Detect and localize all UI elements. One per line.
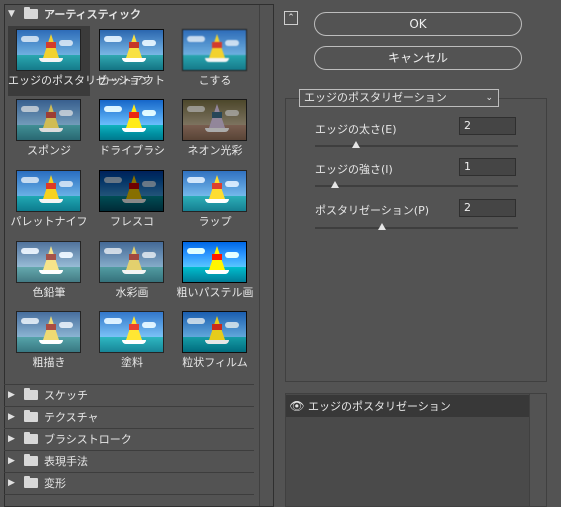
gallery-scrollbar[interactable] bbox=[259, 5, 273, 506]
folder-icon bbox=[24, 7, 38, 19]
folder-icon bbox=[24, 432, 38, 444]
filter-select[interactable]: エッジのポスタリゼーション ⌄ bbox=[299, 89, 499, 107]
category-distort[interactable]: ▶ 変形 bbox=[4, 473, 254, 493]
expanded-triangle-icon: ▼ bbox=[8, 9, 15, 19]
effect-layer-row[interactable]: 👁 エッジのポスタリゼーション bbox=[286, 395, 529, 417]
filter-select-value: エッジのポスタリゼーション bbox=[304, 91, 447, 104]
category-artistic[interactable]: ▼ アーティスティック bbox=[4, 4, 254, 24]
filter-label: スポンジ bbox=[27, 144, 71, 157]
filter-preview-image bbox=[16, 170, 81, 212]
edge-intensity-track[interactable] bbox=[315, 185, 518, 187]
filter-preview-image bbox=[182, 311, 247, 353]
filter-thumbnail[interactable]: こする bbox=[174, 26, 256, 96]
filter-thumbnail[interactable]: 水彩画 bbox=[91, 238, 173, 308]
filter-thumbnail[interactable]: エッジのポスタリゼーション bbox=[8, 26, 151, 96]
filter-preview-image bbox=[16, 29, 81, 71]
filter-preview-image bbox=[182, 241, 247, 283]
folder-icon bbox=[24, 388, 38, 400]
filter-preview-image bbox=[99, 170, 164, 212]
posterization-slider-knob[interactable] bbox=[377, 223, 386, 230]
filter-label: パレットナイフ bbox=[10, 215, 88, 228]
filter-settings-panel bbox=[285, 98, 547, 382]
edge-thickness-label: エッジの太さ(E) bbox=[315, 123, 397, 136]
filter-preview-image bbox=[182, 29, 247, 71]
filter-thumbnail[interactable]: フレスコ bbox=[91, 167, 173, 237]
filter-preview-image bbox=[16, 99, 81, 141]
folder-icon bbox=[24, 454, 38, 466]
filter-thumbnail[interactable]: パレットナイフ bbox=[8, 167, 90, 237]
filter-preview-image bbox=[99, 241, 164, 283]
category-label: 表現手法 bbox=[44, 455, 88, 468]
category-label: スケッチ bbox=[44, 389, 88, 402]
filter-thumbnail[interactable]: 粒状フィルム bbox=[174, 308, 256, 378]
folder-icon bbox=[24, 476, 38, 488]
filter-thumbnail[interactable]: 粗描き bbox=[8, 308, 90, 378]
filter-preview-image bbox=[99, 29, 164, 71]
collapsed-triangle-icon: ▶ bbox=[8, 456, 15, 466]
effect-layer-name: エッジのポスタリゼーション bbox=[308, 400, 451, 413]
filter-label: 粗いパステル画 bbox=[176, 286, 254, 299]
category-stylize[interactable]: ▶ 表現手法 bbox=[4, 451, 254, 471]
filter-preview-image bbox=[182, 170, 247, 212]
filter-thumbnail[interactable]: ドライブラシ bbox=[91, 96, 173, 166]
collapse-up-icon[interactable]: ⌃ bbox=[284, 11, 298, 25]
category-texture[interactable]: ▶ テクスチャ bbox=[4, 407, 254, 427]
filter-thumbnail[interactable]: 粗いパステル画 bbox=[174, 238, 256, 308]
filter-label: ネオン光彩 bbox=[187, 144, 243, 157]
filter-label: ラップ bbox=[198, 215, 232, 228]
collapsed-triangle-icon: ▶ bbox=[8, 390, 15, 400]
edge-thickness-track[interactable] bbox=[315, 145, 518, 147]
filter-thumbnail[interactable]: 色鉛筆 bbox=[8, 238, 90, 308]
filter-preview-image bbox=[99, 99, 164, 141]
edge-intensity-input[interactable]: 1 bbox=[459, 158, 516, 176]
filter-label: ドライブラシ bbox=[99, 144, 165, 157]
divider bbox=[4, 494, 254, 495]
posterization-track[interactable] bbox=[315, 227, 518, 229]
filter-preview-image bbox=[16, 241, 81, 283]
folder-icon bbox=[24, 410, 38, 422]
filter-thumbnail[interactable]: スポンジ bbox=[8, 96, 90, 166]
filter-label: こする bbox=[198, 74, 232, 87]
filter-label: カットアウト bbox=[99, 74, 165, 87]
filter-preview-image bbox=[99, 311, 164, 353]
filter-label: フレスコ bbox=[110, 215, 154, 228]
layers-scrollbar[interactable] bbox=[529, 394, 546, 506]
ok-button[interactable]: OK bbox=[314, 12, 522, 36]
edge-intensity-slider-knob[interactable] bbox=[331, 181, 340, 188]
filter-label: 粒状フィルム bbox=[182, 356, 248, 369]
category-label: テクスチャ bbox=[44, 411, 99, 424]
category-label: アーティスティック bbox=[44, 8, 142, 21]
edge-intensity-label: エッジの強さ(I) bbox=[315, 163, 393, 176]
posterization-input[interactable]: 2 bbox=[459, 199, 516, 217]
filter-preview-image bbox=[16, 311, 81, 353]
edge-thickness-input[interactable]: 2 bbox=[459, 117, 516, 135]
filter-label: 水彩画 bbox=[115, 286, 149, 299]
chevron-down-icon: ⌄ bbox=[485, 93, 493, 103]
filter-label: 色鉛筆 bbox=[32, 286, 66, 299]
category-brush-strokes[interactable]: ▶ ブラシストローク bbox=[4, 429, 254, 449]
category-sketch[interactable]: ▶ スケッチ bbox=[4, 385, 254, 405]
filter-thumbnail[interactable]: カットアウト bbox=[91, 26, 173, 96]
collapsed-triangle-icon: ▶ bbox=[8, 412, 15, 422]
category-label: ブラシストローク bbox=[44, 433, 132, 446]
filter-label: 塗料 bbox=[121, 356, 143, 369]
collapsed-triangle-icon: ▶ bbox=[8, 478, 15, 488]
filter-thumbnail[interactable]: ラップ bbox=[174, 167, 256, 237]
collapsed-triangle-icon: ▶ bbox=[8, 434, 15, 444]
posterization-label: ポスタリゼーション(P) bbox=[315, 204, 429, 217]
edge-thickness-slider-knob[interactable] bbox=[351, 141, 360, 148]
cancel-button[interactable]: キャンセル bbox=[314, 46, 522, 70]
filter-label: エッジのポスタリゼーション bbox=[8, 74, 151, 87]
filter-thumbnail[interactable]: 塗料 bbox=[91, 308, 173, 378]
eye-icon[interactable]: 👁 bbox=[286, 399, 308, 413]
filter-thumbnail[interactable]: ネオン光彩 bbox=[174, 96, 256, 166]
filter-preview-image bbox=[182, 99, 247, 141]
category-label: 変形 bbox=[44, 477, 66, 490]
filter-label: 粗描き bbox=[32, 356, 66, 369]
